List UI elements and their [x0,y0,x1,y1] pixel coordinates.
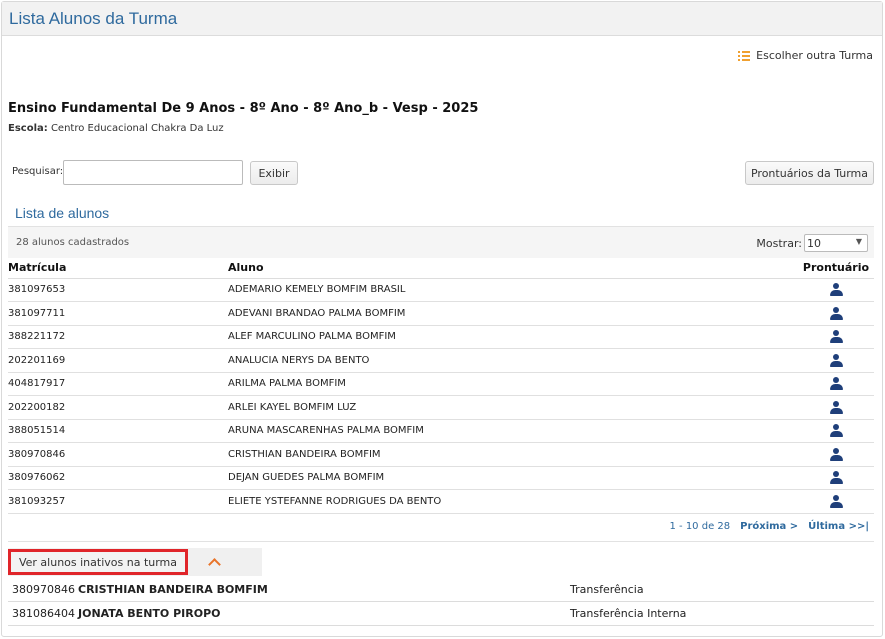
person-icon[interactable] [829,447,843,461]
inactive-name-cell: JONATA BENTO PIROPO [78,601,570,626]
matricula-cell: 202200182 [8,395,228,420]
prontuario-cell [798,489,874,514]
pagination: 1 - 10 de 28 Próxima > Última >>| [669,521,869,532]
person-icon[interactable] [829,353,843,367]
table-row: 380970846 CRISTHIAN BANDEIRA BOMFIM Tran… [8,578,874,602]
aluno-cell: ANALUCIA NERYS DA BENTO [228,348,798,373]
table-row: 381097653 ADEMARIO KEMELY BOMFIM BRASIL [8,278,874,302]
inactive-reason-cell: Transferência [570,578,874,602]
column-prontuario: Prontuário [798,258,874,279]
next-page-link[interactable]: Próxima > [740,521,798,532]
aluno-cell: ARUNA MASCARENHAS PALMA BOMFIM [228,419,798,443]
inactive-matricula-cell: 381086404 [8,601,78,626]
aluno-cell: DEJAN GUEDES PALMA BOMFIM [228,466,798,490]
table-row: 404817917 ARILMA PALMA BOMFIM [8,372,874,396]
table-header-row: Matrícula Aluno Prontuário [8,258,874,279]
person-icon[interactable] [829,283,843,297]
person-icon[interactable] [829,471,843,485]
prontuario-cell [798,442,874,467]
choose-other-class-label: Escolher outra Turma [756,49,873,62]
table-row: 380976062 DEJAN GUEDES PALMA BOMFIM [8,466,874,490]
matricula-cell: 381097653 [8,278,228,302]
class-records-button[interactable]: Prontuários da Turma [745,161,874,185]
matricula-cell: 380976062 [8,466,228,490]
matricula-cell: 381093257 [8,489,228,514]
aluno-cell: CRISTHIAN BANDEIRA BOMFIM [228,442,798,467]
prontuario-cell [798,466,874,490]
table-row: 388221172 ALEF MARCULINO PALMA BOMFIM [8,325,874,349]
column-aluno: Aluno [228,258,798,279]
person-icon[interactable] [829,400,843,414]
table-row: 202201169 ANALUCIA NERYS DA BENTO [8,348,874,373]
page-title: Lista Alunos da Turma [9,9,178,28]
panel-header: Lista Alunos da Turma [2,2,882,36]
divider [8,541,874,542]
aluno-cell: ARLEI KAYEL BOMFIM LUZ [228,395,798,420]
students-table: Matrícula Aluno Prontuário 381097653 ADEM… [8,258,874,514]
matricula-cell: 380970846 [8,442,228,467]
inactive-toggle-bar: Ver alunos inativos na turma [8,548,262,576]
aluno-cell: ELIETE YSTEFANNE RODRIGUES DA BENTO [228,489,798,514]
prontuario-cell [798,278,874,302]
inactive-reason-cell: Transferência Interna [570,601,874,626]
prontuario-cell [798,348,874,373]
chevron-down-icon: ▼ [855,237,862,246]
aluno-cell: ALEF MARCULINO PALMA BOMFIM [228,325,798,349]
table-row: 381086404 JONATA BENTO PIROPO Transferên… [8,601,874,626]
page-size-select[interactable]: 10 ▼ [804,234,868,252]
collapse-button[interactable] [194,548,234,576]
table-row: 381097711 ADEVANI BRANDAO PALMA BOMFIM [8,301,874,326]
table-row: 202200182 ARLEI KAYEL BOMFIM LUZ [8,395,874,420]
chevron-up-icon [207,558,221,571]
person-icon[interactable] [829,424,843,438]
prontuario-cell [798,372,874,396]
aluno-cell: ADEVANI BRANDAO PALMA BOMFIM [228,301,798,326]
matricula-cell: 388051514 [8,419,228,443]
search-input[interactable] [63,160,243,185]
aluno-cell: ADEMARIO KEMELY BOMFIM BRASIL [228,278,798,302]
list-icon [738,50,751,61]
student-list-title: Lista de alunos [15,205,110,221]
exibir-button[interactable]: Exibir [250,161,298,185]
choose-other-class-link[interactable]: Escolher outra Turma [738,49,873,62]
pagination-range: 1 - 10 de 28 [669,521,731,532]
page-size-label: Mostrar: [756,236,802,250]
list-toolbar: 28 alunos cadastrados Mostrar: 10 ▼ [8,226,874,258]
inactive-name-cell: CRISTHIAN BANDEIRA BOMFIM [78,578,570,602]
person-icon[interactable] [829,330,843,344]
prontuario-cell [798,419,874,443]
person-icon[interactable] [829,306,843,320]
class-title: Ensino Fundamental De 9 Anos - 8º Ano - … [8,101,479,116]
person-icon[interactable] [829,377,843,391]
table-row: 380970846 CRISTHIAN BANDEIRA BOMFIM [8,442,874,467]
page-size-control: Mostrar: 10 ▼ [756,234,868,252]
matricula-cell: 202201169 [8,348,228,373]
inactive-matricula-cell: 380970846 [8,578,78,602]
person-icon[interactable] [829,494,843,508]
search-label: Pesquisar: [12,166,64,177]
aluno-cell: ARILMA PALMA BOMFIM [228,372,798,396]
matricula-cell: 404817917 [8,372,228,396]
prontuario-cell [798,325,874,349]
last-page-link[interactable]: Última >>| [808,521,869,532]
student-count: 28 alunos cadastrados [16,237,130,248]
prontuario-cell [798,301,874,326]
school-label: Escola: [8,123,48,134]
page-size-value: 10 [807,237,821,250]
view-inactive-students-button[interactable]: Ver alunos inativos na turma [8,549,188,575]
table-row: 388051514 ARUNA MASCARENHAS PALMA BOMFIM [8,419,874,443]
inactive-students-table: 380970846 CRISTHIAN BANDEIRA BOMFIM Tran… [8,578,874,626]
matricula-cell: 381097711 [8,301,228,326]
prontuario-cell [798,395,874,420]
matricula-cell: 388221172 [8,325,228,349]
school-line: Escola: Centro Educacional Chakra Da Luz [8,123,224,134]
table-row: 381093257 ELIETE YSTEFANNE RODRIGUES DA B… [8,489,874,514]
school-name: Centro Educacional Chakra Da Luz [50,123,224,134]
column-matricula: Matrícula [8,258,228,279]
